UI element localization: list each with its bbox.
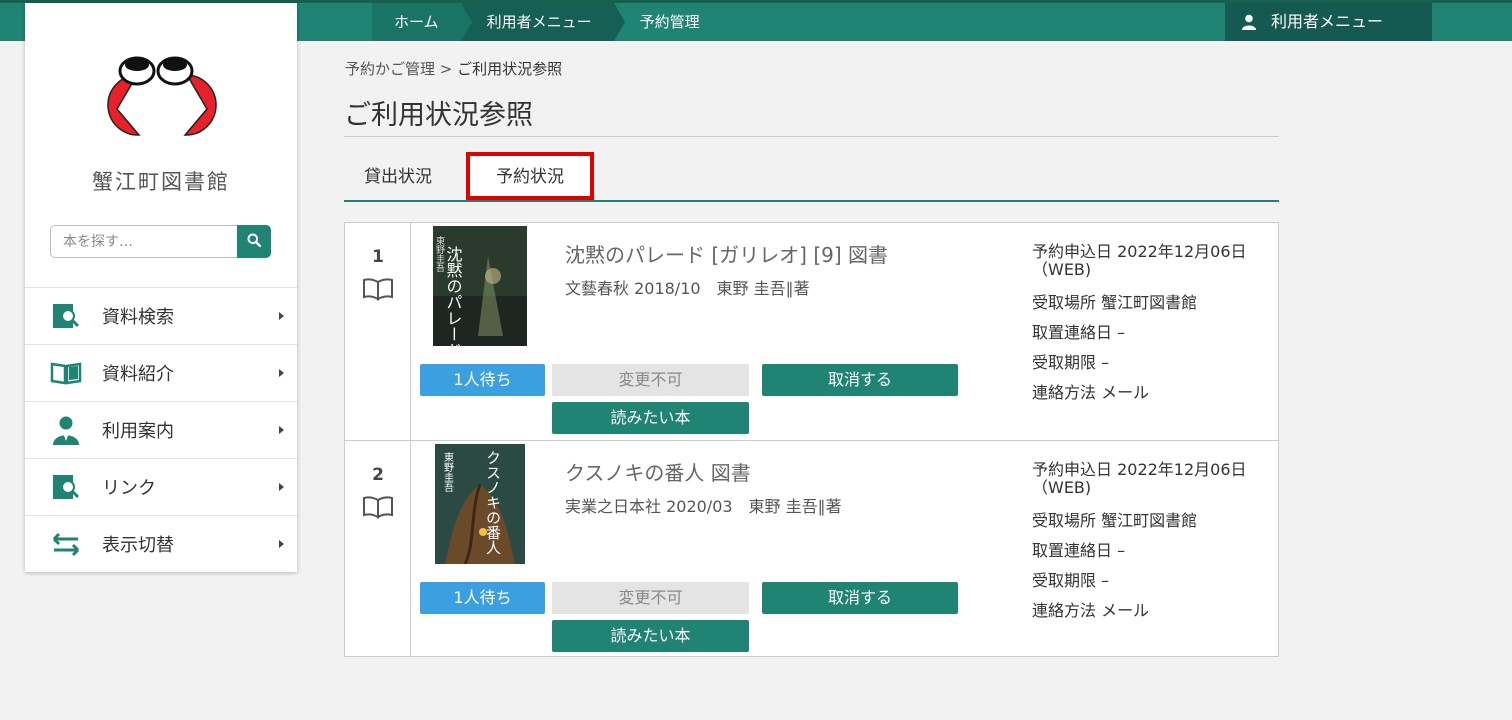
book-search-input[interactable] [50,225,237,258]
book-search [50,225,271,258]
pickup-deadline: 受取期限 – [1032,571,1110,590]
top-breadcrumb: ホーム 利用者メニュー 予約管理 [372,3,722,41]
row-number: 1 [372,247,384,267]
breadcrumb-separator: > [439,60,453,78]
pickup-deadline: 受取期限 – [1032,353,1110,372]
sidebar-nav: 資料検索 資料紹介 利用案内 リンク 表示切替 [25,287,297,572]
sidebar-item-label: 表示切替 [102,535,174,556]
caret-right-icon [279,426,284,434]
tab-loan-status[interactable]: 貸出状況 [364,155,432,200]
title-divider [344,136,1279,137]
book-meta: 実業之日本社 2020/03 東野 圭吾∥著 [565,497,842,516]
wait-count-badge: 1人待ち [420,364,545,396]
library-logo[interactable] [87,53,237,157]
reservation-info: 予約申込日 2022年12月06日 （WEB) 受取場所 蟹江町図書館 取置連絡… [1032,237,1277,408]
breadcrumb: 予約かご管理 > ご利用状況参照 [345,58,562,79]
contact-method: 連絡方法 メール [1032,383,1150,402]
sidebar-item-label: 資料紹介 [102,364,174,385]
caret-right-icon [279,483,284,491]
reservation-list: 1 沈黙のパレード 東野圭吾 沈黙のパレード [ガリレオ] [9] 図書 文藝春… [344,222,1279,657]
breadcrumb-current: ご利用状況参照 [457,60,563,78]
cancel-reservation-button[interactable]: 取消する [762,364,958,396]
user-menu-label: 利用者メニュー [1271,12,1384,31]
sidebar-item-label: 資料検索 [102,307,174,328]
row-number-cell: 1 [345,223,411,440]
search-document-icon [50,301,82,331]
table-row: 2 クスノキの番人 東野圭吾 クスノキの番人 図書 実業之日本社 2020/03… [345,440,1278,657]
reservation-info: 予約申込日 2022年12月06日 （WEB) 受取場所 蟹江町図書館 取置連絡… [1032,455,1277,626]
page-title: ご利用状況参照 [344,100,533,131]
book-icon [362,495,394,523]
pickup-place: 受取場所 蟹江町図書館 [1032,511,1198,530]
row-number: 2 [372,465,384,485]
person-icon [50,415,82,445]
search-icon [247,232,262,251]
crumb-reservation-management[interactable]: 予約管理 [614,3,722,41]
sidebar-item-material-search[interactable]: 資料検索 [25,287,297,344]
user-icon [1241,14,1257,30]
cover-author-text: 東野圭吾 [442,451,454,493]
open-book-icon [50,358,82,388]
change-disabled-button: 変更不可 [552,582,749,614]
crumb-home[interactable]: ホーム [372,3,472,41]
sidebar-item-display-switch[interactable]: 表示切替 [25,515,297,572]
table-row: 1 沈黙のパレード 東野圭吾 沈黙のパレード [ガリレオ] [9] 図書 文藝春… [345,223,1278,440]
book-meta: 文藝春秋 2018/10 東野 圭吾∥著 [565,279,810,298]
crumb-user-menu[interactable]: 利用者メニュー [460,3,625,41]
search-button[interactable] [237,225,271,258]
caret-right-icon [279,312,284,320]
book-icon [362,277,394,305]
switch-arrows-icon [50,529,82,559]
row-number-cell: 2 [345,441,411,657]
book-title[interactable]: 沈黙のパレード [ガリレオ] [9] 図書 [565,239,888,268]
cover-author-text: 東野圭吾 [434,235,445,273]
cancel-reservation-button[interactable]: 取消する [762,582,958,614]
cover-title-text: 沈黙のパレード [444,246,463,346]
book-cover[interactable]: 沈黙のパレード 東野圭吾 [433,226,527,358]
sidebar-item-usage-guide[interactable]: 利用案内 [25,401,297,458]
caret-right-icon [279,369,284,377]
sidebar-item-material-intro[interactable]: 資料紹介 [25,344,297,401]
book-cover[interactable]: クスノキの番人 東野圭吾 [435,444,525,565]
sidebar-item-label: 利用案内 [102,421,174,442]
wait-count-badge: 1人待ち [420,582,545,614]
search-document-icon [50,472,82,502]
book-title[interactable]: クスノキの番人 図書 [565,457,751,486]
status-tabs: 貸出状況 予約状況 [344,152,1279,202]
want-to-read-button[interactable]: 読みたい本 [552,402,749,434]
contact-method: 連絡方法 メール [1032,601,1150,620]
change-disabled-button: 変更不可 [552,364,749,396]
hold-notice-date: 取置連絡日 – [1032,541,1126,560]
caret-right-icon [279,540,284,548]
sidebar-item-label: リンク [102,478,156,499]
tab-reservation-status[interactable]: 予約状況 [466,152,594,200]
library-name: 蟹江町図書館 [92,170,230,194]
want-to-read-button[interactable]: 読みたい本 [552,620,749,652]
breadcrumb-parent[interactable]: 予約かご管理 [345,60,435,78]
sidebar: 蟹江町図書館 資料検索 資料紹介 利用案内 [25,3,297,572]
sidebar-item-links[interactable]: リンク [25,458,297,515]
user-menu-button[interactable]: 利用者メニュー [1225,3,1432,41]
pickup-place: 受取場所 蟹江町図書館 [1032,293,1198,312]
hold-notice-date: 取置連絡日 – [1032,323,1126,342]
cover-title-text: クスノキの番人 [484,450,502,555]
